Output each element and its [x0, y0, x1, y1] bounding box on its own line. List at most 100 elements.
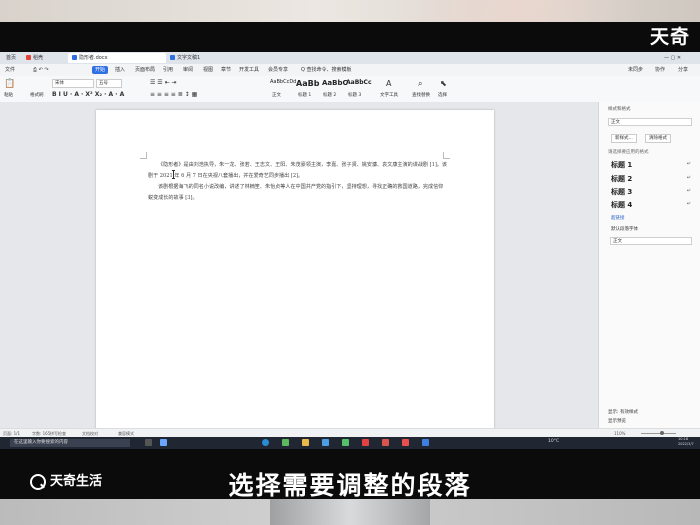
app-icon[interactable]	[322, 439, 329, 446]
collab-button[interactable]: 协作	[652, 66, 668, 74]
align-buttons[interactable]: ≡ ≡ ≡ ≡ ≣ ↕ ▦	[150, 91, 197, 98]
menu-quick-tools[interactable]: ⎙ ↶ ↷	[30, 66, 52, 74]
current-style-field[interactable]: 正文	[608, 118, 692, 126]
menu-insert[interactable]: 插入	[112, 66, 128, 74]
wechat-icon[interactable]	[342, 439, 349, 446]
select-button[interactable]: 选择	[438, 92, 447, 98]
menu-references[interactable]: 引用	[160, 66, 176, 74]
ribbon-toolbar: 📋 粘贴 格式刷 宋体 五号 B I U · A · X² X₂ · A · A…	[0, 76, 700, 103]
preview-checkbox[interactable]: 显示预览	[608, 418, 626, 424]
document-workspace: 《隐形者》是由刘浩执导，朱一龙、张若、王志文、王阳、朱茂豪领主演，李嘉、张子贤、…	[0, 102, 598, 437]
return-icon: ↵	[686, 188, 691, 194]
sync-status[interactable]: 未同步	[625, 66, 646, 74]
tab-home[interactable]: 首页	[2, 53, 20, 63]
menu-home[interactable]: 开始	[92, 66, 109, 74]
style-heading-4[interactable]: 标题 4 ↵	[611, 200, 691, 210]
paste-button[interactable]: 粘贴	[4, 92, 13, 98]
text-cursor	[172, 170, 175, 179]
app-icon[interactable]	[382, 439, 389, 446]
font-family-select[interactable]: 宋体	[52, 79, 94, 88]
command-search[interactable]: Q 查找命令、搜索模板	[298, 66, 355, 74]
tab-document[interactable]: 隐形者.docx	[68, 53, 166, 63]
menu-bar: 文件 ⎙ ↶ ↷ 开始 插入 页面布局 引用 审阅 视图 章节 开发工具 会员专…	[0, 64, 700, 76]
show-styles-select[interactable]: 显示: 有效样式	[608, 409, 638, 415]
menu-member[interactable]: 会员专享	[265, 66, 291, 74]
app-icon[interactable]	[422, 439, 429, 446]
document-body[interactable]: 《隐形者》是由刘浩执导，朱一龙、张若、王志文、王阳、朱茂豪领主演，李嘉、张子贤、…	[148, 160, 448, 204]
weather-status[interactable]: 10°C	[548, 439, 559, 444]
font-format-buttons[interactable]: B I U · A · X² X₂ · A · A	[52, 91, 124, 98]
doc-icon	[170, 55, 175, 60]
styles-panel-title: 样式和格式	[608, 107, 631, 112]
monitor-bezel-top	[0, 22, 700, 52]
style-normal-selected[interactable]: 正文	[610, 237, 692, 245]
docer-icon	[26, 55, 31, 60]
monitor-stand	[0, 499, 700, 525]
style-sample-normal[interactable]: AaBbCcDd	[270, 79, 296, 85]
format-painter-button[interactable]: 格式刷	[30, 92, 44, 98]
margin-corner	[140, 152, 147, 159]
tab-blank-doc[interactable]: 文字文稿1	[166, 53, 244, 63]
style-heading-2[interactable]: 标题 2 ↵	[611, 174, 691, 184]
tab-bar: 首页 稻壳 隐形者.docx 文字文稿1 — ▢ ✕	[0, 52, 700, 64]
cursor-icon[interactable]: ⬉	[440, 79, 447, 88]
video-caption: 选择需要调整的段落	[228, 471, 472, 500]
app-icon[interactable]	[402, 439, 409, 446]
zoom-level[interactable]: 110%	[614, 431, 625, 436]
find-replace-button[interactable]: 查找替换	[412, 92, 430, 98]
margin-corner	[443, 152, 450, 159]
style-sample-h1[interactable]: AaBb	[296, 79, 319, 88]
search-icon[interactable]: ⌕	[418, 79, 422, 89]
style-heading-3[interactable]: 标题 3 ↵	[611, 187, 691, 197]
style-sample-h2[interactable]: AaBbC	[322, 79, 348, 87]
zoom-slider-handle[interactable]	[660, 431, 664, 435]
style-heading-1[interactable]: 标题 1 ↵	[611, 160, 691, 170]
style-name-h1: 标题 1	[298, 93, 312, 98]
style-name-h2: 标题 2	[323, 93, 337, 98]
list-buttons[interactable]: ☰ ☰ ⇤ ⇥	[150, 79, 177, 86]
style-default-font[interactable]: 默认段落字体	[611, 226, 638, 232]
style-sample-h3[interactable]: AaBbCc	[346, 79, 372, 86]
share-button[interactable]: 分享	[675, 66, 691, 74]
taskbar-search-input[interactable]: 在这里输入你要搜索的内容	[10, 439, 130, 447]
menu-developer[interactable]: 开发工具	[236, 66, 262, 74]
windows-taskbar: 在这里输入你要搜索的内容 10°C 10:18 2022/3/7	[0, 437, 700, 449]
tab-docer[interactable]: 稻壳	[22, 53, 47, 63]
document-page[interactable]: 《隐形者》是由刘浩执导，朱一龙、张若、王志文、王阳、朱茂豪领主演，李嘉、张子贤、…	[96, 110, 494, 437]
paste-icon[interactable]: 📋	[4, 79, 15, 89]
paragraph-1[interactable]: 《隐形者》是由刘浩执导，朱一龙、张若、王志文、王阳、朱茂豪领主演，李嘉、张子贤、…	[148, 160, 448, 181]
status-bar: 页面: 1/1 字数: 165 拼写检查 文档校对 兼容模式 110%	[0, 428, 700, 437]
app-icon[interactable]	[160, 439, 167, 446]
window-controls[interactable]: — ▢ ✕	[660, 53, 685, 63]
text-tools-button[interactable]: 文字工具	[380, 92, 398, 98]
folder-icon[interactable]	[302, 439, 309, 446]
styles-panel: 样式和格式 正文 新样式... 清除格式 请选择要应用的格式 标题 1 ↵ 标题 …	[598, 102, 700, 428]
paragraph-2[interactable]: 该剧根据海飞的同名小说改编，讲述了林楠笙、朱怡贞等人在中国共产党的指引下，坚持理…	[148, 182, 448, 203]
watermark-logo: 天奇	[649, 26, 690, 48]
edge-icon[interactable]	[262, 439, 269, 446]
background-photo-strip	[0, 0, 700, 22]
styles-subtitle: 请选择要应用的格式	[608, 150, 649, 155]
return-icon: ↵	[686, 175, 691, 181]
wps-window: 首页 稻壳 隐形者.docx 文字文稿1 — ▢ ✕ 文件 ⎙ ↶ ↷ 开始 插…	[0, 52, 700, 437]
clock[interactable]: 10:18 2022/3/7	[678, 437, 694, 447]
style-hyperlink[interactable]: 超链接	[611, 215, 625, 221]
menu-chapter[interactable]: 章节	[218, 66, 234, 74]
text-tools-icon[interactable]: A	[386, 79, 391, 88]
menu-review[interactable]: 审阅	[180, 66, 196, 74]
menu-page-layout[interactable]: 页面布局	[132, 66, 158, 74]
app-icon[interactable]	[282, 439, 289, 446]
wps-icon[interactable]	[362, 439, 369, 446]
menu-file[interactable]: 文件	[2, 66, 18, 74]
return-icon: ↵	[686, 201, 691, 207]
style-name-normal: 正文	[272, 93, 281, 98]
new-style-button[interactable]: 新样式...	[611, 134, 637, 143]
doc-icon	[72, 55, 77, 60]
style-name-h3: 标题 3	[348, 93, 362, 98]
menu-view[interactable]: 视图	[200, 66, 216, 74]
task-view-icon[interactable]	[145, 439, 152, 446]
return-icon: ↵	[686, 161, 691, 167]
font-size-select[interactable]: 五号	[96, 79, 122, 88]
clear-format-button[interactable]: 清除格式	[645, 134, 671, 143]
zoom-slider[interactable]	[641, 433, 676, 434]
